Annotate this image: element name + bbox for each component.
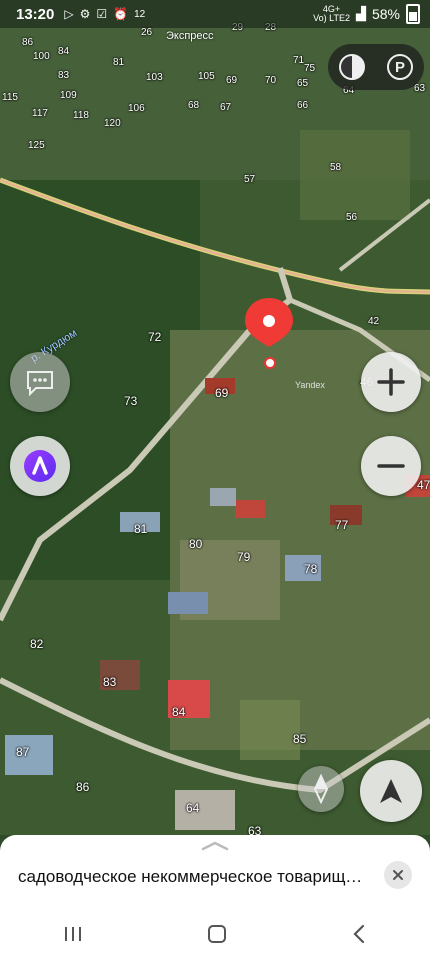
house-number: 118 (73, 110, 89, 121)
close-icon (393, 870, 403, 880)
house-number: 57 (244, 174, 256, 185)
status-number: 12 (134, 8, 146, 20)
alarm-icon: ⏰ (113, 7, 129, 21)
house-number: 86 (22, 37, 34, 48)
map-controls-pill: P (328, 44, 424, 90)
my-location-button[interactable] (360, 760, 422, 822)
battery-icon (406, 4, 420, 24)
chevron-up-icon[interactable] (200, 841, 230, 851)
notification-icons: ▷ ⚙ ☑ ⏰ (64, 7, 128, 21)
plus-icon (377, 368, 405, 396)
house-number: 84 (58, 46, 70, 57)
house-number: 115 (2, 92, 18, 103)
house-number: 64 (186, 801, 200, 815)
system-navigation-bar (0, 907, 430, 960)
house-number: 58 (330, 162, 342, 173)
house-number: 79 (237, 550, 251, 564)
house-number: 66 (297, 100, 309, 111)
house-number: 85 (293, 732, 307, 746)
house-number: 125 (28, 140, 45, 151)
gear-icon: ⚙ (79, 7, 91, 21)
house-number: 26 (141, 27, 153, 38)
chat-button[interactable] (10, 352, 70, 412)
house-number: 71 (293, 55, 305, 66)
zoom-in-button[interactable] (361, 352, 421, 412)
house-number: 69 (226, 75, 238, 86)
house-number: 77 (335, 518, 349, 532)
compass-icon (313, 774, 329, 804)
svg-text:P: P (395, 59, 405, 76)
close-button[interactable] (384, 861, 412, 889)
status-right: 4G+ Vo) LTE2 ▟ 58% (313, 4, 420, 24)
house-number: 86 (76, 780, 90, 794)
play-icon: ▷ (64, 7, 74, 21)
house-number: 63 (248, 824, 262, 835)
house-number: 67 (220, 102, 232, 113)
chat-icon (27, 371, 53, 396)
home-icon[interactable] (206, 923, 228, 945)
house-number: 75 (304, 63, 316, 74)
house-number: 68 (188, 100, 200, 111)
house-number: 70 (265, 75, 277, 86)
house-number: 82 (30, 637, 44, 651)
house-number: 103 (146, 72, 163, 83)
status-time: 13:20 (16, 5, 55, 23)
house-number: 87 (16, 745, 30, 759)
house-number: 100 (33, 51, 50, 62)
road-label: Экспресс (166, 30, 214, 42)
house-number: 80 (189, 537, 203, 551)
recent-apps-icon[interactable] (61, 924, 85, 944)
navigation-arrow-icon (380, 779, 402, 803)
network-indicator: 4G+ Vo) LTE2 (313, 4, 350, 23)
house-number: 65 (297, 78, 309, 89)
house-number: 81 (113, 57, 125, 68)
place-card-sheet[interactable]: садоводческое некоммерческое товариществ… (0, 835, 430, 907)
house-number: 117 (32, 108, 48, 119)
satellite-imagery (0, 0, 430, 835)
zoom-out-button[interactable] (361, 436, 421, 496)
signal-icon: ▟ (355, 6, 366, 21)
house-number: 78 (304, 562, 318, 576)
battery-percent: 58% (371, 6, 400, 22)
house-number: 84 (172, 705, 186, 719)
check-box-icon: ☑ (96, 7, 108, 21)
status-bar: 13:20 ▷ ⚙ ☑ ⏰ 12 4G+ Vo) LTE2 ▟ 58% (0, 0, 430, 28)
map-watermark: Yandex (295, 380, 325, 390)
house-number: 73 (124, 394, 138, 408)
location-pin-icon[interactable] (243, 296, 295, 348)
house-number: 81 (134, 522, 148, 536)
house-number: 42 (368, 316, 380, 327)
house-number: 72 (148, 330, 162, 344)
house-number: 120 (104, 118, 121, 129)
place-title[interactable]: садоводческое некоммерческое товариществ… (18, 867, 363, 887)
house-number: 83 (58, 70, 70, 81)
pin-point (264, 357, 276, 369)
map-view[interactable]: Экспресс р. Курдюм Yandex 26 29 28 86 84… (0, 0, 430, 835)
house-number: 106 (128, 103, 145, 114)
house-number: 56 (346, 212, 358, 223)
alice-assistant-icon (24, 450, 56, 482)
house-number: 69 (215, 386, 229, 400)
house-number: 105 (198, 71, 215, 82)
back-icon[interactable] (349, 923, 369, 945)
parking-icon[interactable]: P (386, 53, 414, 81)
house-number: 109 (60, 90, 77, 101)
layers-icon[interactable] (338, 53, 366, 81)
alice-assistant-button[interactable] (10, 436, 70, 496)
house-number: 47 (417, 478, 430, 492)
compass-button[interactable] (298, 766, 344, 812)
minus-icon (377, 464, 405, 468)
house-number: 83 (103, 675, 117, 689)
